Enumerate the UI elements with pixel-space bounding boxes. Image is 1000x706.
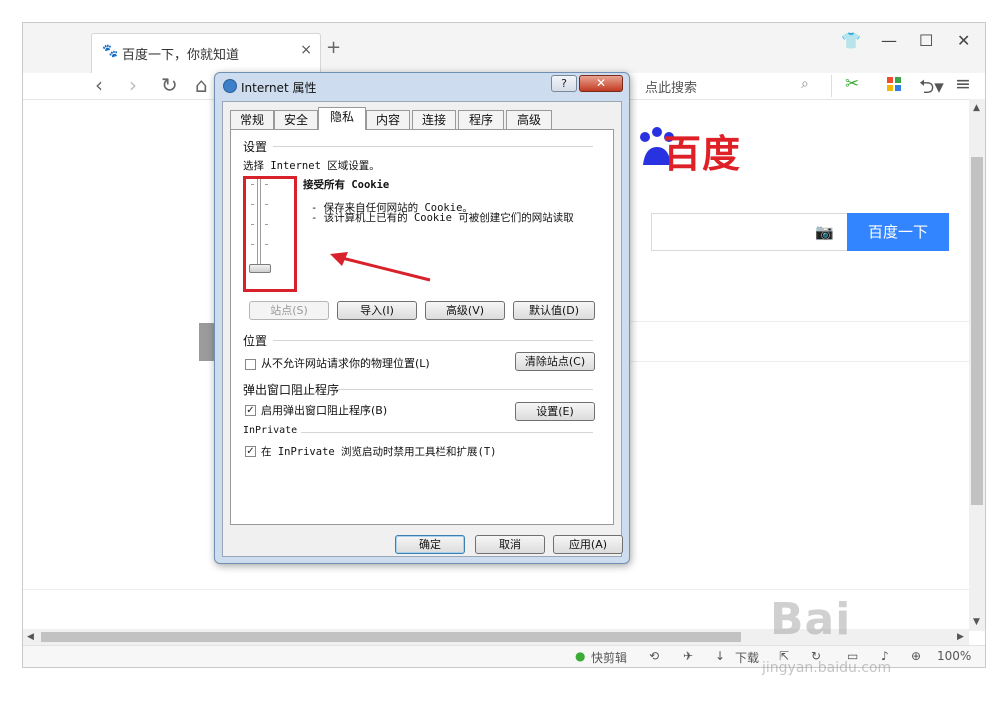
- privacy-level-desc-2: - 该计算机上已有的 Cookie 可被创建它们的网站读取: [311, 212, 574, 224]
- new-tab-button[interactable]: +: [326, 37, 341, 58]
- download-label[interactable]: 下载: [735, 649, 759, 666]
- content-divider: [631, 361, 969, 362]
- restore-icon[interactable]: ⟲: [649, 649, 659, 663]
- horizontal-scroll-thumb[interactable]: [41, 632, 741, 642]
- advanced-button[interactable]: 高级(V): [425, 301, 505, 320]
- camera-icon[interactable]: 📷: [815, 223, 834, 241]
- tab-connections[interactable]: 连接: [412, 110, 456, 129]
- cancel-button[interactable]: 取消: [475, 535, 545, 554]
- content-divider: [23, 589, 969, 590]
- internet-properties-dialog: Internet 属性 ? ✕ 常规 安全 隐私 内容 连接 程序 高级 设置 …: [214, 72, 630, 564]
- download-icon[interactable]: ↓: [715, 649, 725, 663]
- back-button[interactable]: ‹: [95, 73, 103, 97]
- apps-icon[interactable]: [887, 77, 901, 91]
- ok-button[interactable]: 确定: [395, 535, 465, 554]
- tab-title: 百度一下，你就知道: [122, 48, 240, 63]
- privacy-level-title: 接受所有 Cookie: [303, 179, 390, 191]
- location-group-label: 位置: [243, 334, 268, 348]
- sites-button[interactable]: 站点(S): [249, 301, 329, 320]
- inprivate-checkbox[interactable]: ✓: [245, 446, 256, 457]
- inprivate-checkbox-label[interactable]: 在 InPrivate 浏览启动时禁用工具栏和扩展(T): [261, 444, 497, 459]
- group-divider: [273, 340, 593, 341]
- close-window-button[interactable]: ✕: [957, 31, 970, 50]
- popup-group-label: 弹出窗口阻止程序: [243, 383, 340, 397]
- pin-icon[interactable]: ✈: [683, 649, 693, 663]
- import-button[interactable]: 导入(I): [337, 301, 417, 320]
- content-divider: [631, 321, 969, 322]
- tab-privacy[interactable]: 隐私: [318, 107, 366, 130]
- default-button[interactable]: 默认值(D): [513, 301, 595, 320]
- popup-checkbox[interactable]: ✓: [245, 405, 256, 416]
- browser-tab[interactable]: 🐾 百度一下，你就知道 ×: [91, 33, 321, 73]
- inprivate-group-label: InPrivate: [243, 425, 298, 436]
- location-checkbox[interactable]: [245, 359, 256, 370]
- tab-content[interactable]: 内容: [366, 110, 410, 129]
- baidu-search-button[interactable]: 百度一下: [847, 213, 949, 251]
- dialog-body: 常规 安全 隐私 内容 连接 程序 高级 设置 选择 Internet 区域设置…: [222, 101, 623, 557]
- vertical-scroll-thumb[interactable]: [971, 157, 983, 505]
- forward-button[interactable]: ›: [129, 73, 137, 97]
- popup-checkbox-label[interactable]: 启用弹出窗口阻止程序(B): [261, 402, 387, 418]
- group-divider: [333, 389, 593, 390]
- annotation-arrow-icon: [330, 252, 431, 282]
- internet-globe-icon: [223, 79, 237, 93]
- reload-button[interactable]: ↻: [161, 73, 178, 97]
- tab-close-button[interactable]: ×: [300, 42, 312, 58]
- skin-icon[interactable]: 👕: [841, 31, 861, 50]
- apply-button[interactable]: 应用(A): [553, 535, 623, 554]
- zoom-level[interactable]: 100%: [937, 649, 971, 663]
- watermark-logo: Bai: [770, 594, 852, 645]
- baidu-logo: 百度: [663, 132, 742, 176]
- close-dialog-button[interactable]: ✕: [579, 75, 623, 92]
- watermark-url: jingyan.baidu.com: [762, 660, 892, 676]
- annotation-highlight-box: [243, 176, 297, 292]
- scroll-left-icon[interactable]: ◀: [27, 632, 34, 642]
- dialog-title: Internet 属性: [241, 81, 317, 95]
- scissors-icon[interactable]: ✂: [845, 74, 859, 94]
- tab-security[interactable]: 安全: [274, 110, 318, 129]
- group-divider: [301, 432, 593, 433]
- baidu-paw-icon: 🐾: [102, 44, 119, 59]
- tab-programs[interactable]: 程序: [458, 110, 504, 129]
- toolbar-divider: [831, 75, 832, 97]
- menu-icon[interactable]: ≡: [955, 73, 971, 95]
- help-button[interactable]: ?: [551, 75, 577, 92]
- scroll-down-icon[interactable]: ▼: [973, 617, 980, 627]
- clip-icon[interactable]: ●: [575, 649, 585, 663]
- tab-general[interactable]: 常规: [230, 110, 274, 129]
- scroll-right-icon[interactable]: ▶: [957, 632, 964, 642]
- scroll-up-icon[interactable]: ▲: [973, 103, 980, 113]
- home-button[interactable]: ⌂: [195, 73, 208, 97]
- location-checkbox-label[interactable]: 从不允许网站请求你的物理位置(L): [261, 355, 430, 371]
- popup-settings-button[interactable]: 设置(E): [515, 402, 595, 421]
- maximize-button[interactable]: ☐: [919, 31, 933, 50]
- undo-icon[interactable]: ⮌▾: [919, 73, 944, 105]
- group-divider: [273, 146, 593, 147]
- minimize-button[interactable]: —: [881, 31, 897, 50]
- search-icon[interactable]: ⌕: [801, 76, 809, 92]
- clip-label[interactable]: 快剪辑: [591, 649, 627, 666]
- tab-advanced[interactable]: 高级: [506, 110, 552, 129]
- search-box-label[interactable]: 点此搜索: [645, 77, 697, 96]
- zoom-icon[interactable]: ⊕: [911, 649, 921, 663]
- clear-sites-button[interactable]: 清除站点(C): [515, 352, 595, 371]
